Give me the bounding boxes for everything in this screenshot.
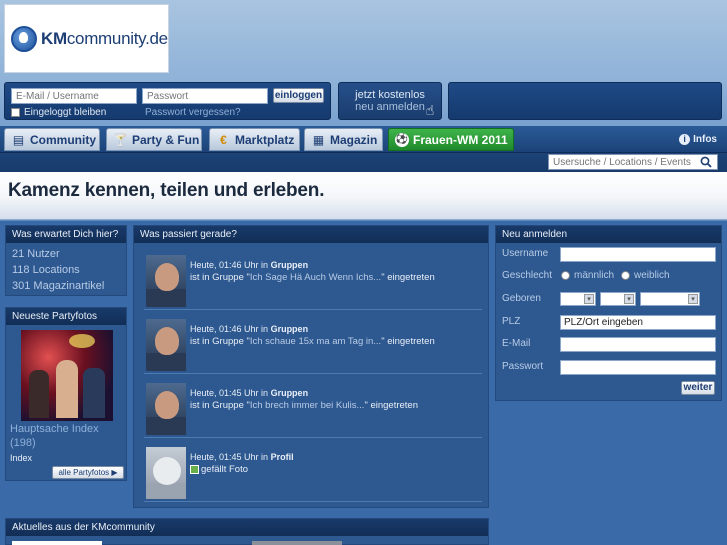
user-avatar[interactable] bbox=[146, 447, 186, 499]
gender-female-label: weiblich bbox=[634, 270, 670, 281]
forgot-password-link[interactable]: Passwort vergessen? bbox=[145, 107, 241, 118]
feed-section-link[interactable]: Gruppen bbox=[271, 324, 309, 334]
tab-frauen-wm[interactable]: ⚽ Frauen-WM 2011 bbox=[388, 128, 514, 151]
feed-item: Heute, 01:45 Uhr in Gruppen ist in Grupp… bbox=[144, 378, 482, 438]
stat-users[interactable]: 21 Nutzer bbox=[6, 246, 126, 262]
password-label: Passwort bbox=[502, 361, 544, 372]
user-avatar[interactable] bbox=[146, 383, 186, 435]
party-photo-count: (198) bbox=[10, 437, 36, 449]
infos-link[interactable]: i Infos bbox=[679, 134, 717, 145]
magazine-icon: ▦ bbox=[312, 132, 325, 147]
gender-male-label: männlich bbox=[574, 270, 615, 281]
user-avatar[interactable] bbox=[146, 319, 186, 371]
party-photo-title[interactable]: Hauptsache Index bbox=[10, 422, 99, 437]
feed-item-meta: Heute, 01:46 Uhr in Gruppen bbox=[190, 260, 309, 270]
register-zip-input[interactable] bbox=[560, 315, 716, 330]
born-label: Geboren bbox=[502, 293, 541, 304]
register-password-input[interactable] bbox=[560, 360, 716, 375]
community-icon: ▤ bbox=[12, 132, 25, 147]
dropdown-arrow-icon: ▾ bbox=[688, 294, 698, 304]
remember-me[interactable]: Eingeloggt bleiben bbox=[11, 107, 106, 118]
current-news-box: Aktuelles aus der KMcommunity bbox=[5, 518, 489, 545]
feed-item-meta: Heute, 01:46 Uhr in Gruppen bbox=[190, 324, 309, 334]
expect-box: Was erwartet Dich hier? 21 Nutzer 118 Lo… bbox=[5, 225, 127, 296]
tab-marktplatz[interactable]: € Marktplatz bbox=[209, 128, 300, 151]
gender-female-radio[interactable] bbox=[621, 271, 630, 280]
group-link[interactable]: Ich brech immer bei Kulis... bbox=[250, 400, 365, 411]
login-password-input[interactable] bbox=[142, 88, 268, 104]
feed-item-text: ist in Gruppe "Ich schaue 15x ma am Tag … bbox=[190, 336, 435, 347]
email-label: E-Mail bbox=[502, 338, 531, 349]
register-cta-line1: jetzt kostenlos bbox=[355, 89, 425, 101]
activity-feed-header: Was passiert gerade? bbox=[134, 226, 488, 243]
euro-icon: € bbox=[220, 132, 227, 147]
feed-section-link[interactable]: Profil bbox=[271, 452, 294, 462]
party-photos-box: Neueste Partyfotos Hauptsache Index (198… bbox=[5, 307, 127, 481]
register-cta-button[interactable]: jetzt kostenlos neu anmelden ☝ bbox=[338, 82, 442, 120]
feed-item-text: ist in Gruppe "Ich Sage Hä Auch Wenn Ich… bbox=[190, 272, 435, 283]
login-email-input[interactable] bbox=[11, 88, 137, 104]
stat-locations[interactable]: 118 Locations bbox=[6, 262, 126, 278]
main-nav: ▤ Community 🍸 Party & Fun € Marktplatz ▦ Mag… bbox=[0, 126, 727, 153]
gender-label: Geschlecht bbox=[502, 270, 553, 281]
news-thumbnail[interactable] bbox=[252, 541, 342, 545]
remember-label: Eingeloggt bleiben bbox=[24, 107, 107, 118]
photo-icon bbox=[190, 464, 199, 474]
stat-articles[interactable]: 301 Magazinartikel bbox=[6, 278, 126, 294]
tab-magazin[interactable]: ▦ Magazin bbox=[304, 128, 383, 151]
tab-party-fun[interactable]: 🍸 Party & Fun bbox=[106, 128, 202, 151]
feed-item: Heute, 01:46 Uhr in Gruppen ist in Grupp… bbox=[144, 314, 482, 374]
dropdown-arrow-icon: ▾ bbox=[584, 294, 594, 304]
feed-item-text: gefällt Foto bbox=[190, 464, 248, 475]
all-party-photos-button[interactable]: alle Partyfotos ▶ bbox=[52, 466, 124, 479]
gender-male-radio[interactable] bbox=[561, 271, 570, 280]
feed-section-link[interactable]: Gruppen bbox=[271, 260, 309, 270]
feed-item: Heute, 01:45 Uhr in Profil gefällt Foto bbox=[144, 442, 482, 502]
km-logo-icon bbox=[11, 25, 37, 52]
feed-section-link[interactable]: Gruppen bbox=[271, 388, 309, 398]
site-search-input[interactable] bbox=[548, 154, 718, 170]
page-title: Kamenz kennen, teilen und erleben. bbox=[8, 180, 325, 201]
activity-feed: Was passiert gerade? Heute, 01:46 Uhr in… bbox=[133, 225, 489, 508]
register-submit-button[interactable]: weiter bbox=[681, 381, 715, 395]
register-header: Neu anmelden bbox=[496, 226, 721, 243]
register-username-input[interactable] bbox=[560, 247, 716, 262]
soccer-ball-icon: ⚽ bbox=[395, 132, 409, 147]
birth-month-select[interactable]: ▾ bbox=[600, 292, 636, 306]
hand-cursor-icon: ☝ bbox=[425, 102, 435, 118]
chevron-right-icon: ▶ bbox=[111, 468, 118, 477]
party-photo-thumbnail[interactable] bbox=[21, 330, 113, 421]
username-label: Username bbox=[502, 248, 549, 259]
current-news-header: Aktuelles aus der KMcommunity bbox=[6, 519, 488, 536]
hero-banner: Kamenz kennen, teilen und erleben. bbox=[0, 172, 727, 220]
party-photos-header: Neueste Partyfotos bbox=[6, 308, 126, 325]
expect-header: Was erwartet Dich hier? bbox=[6, 226, 126, 243]
dropdown-arrow-icon: ▾ bbox=[624, 294, 634, 304]
info-icon: i bbox=[679, 134, 691, 145]
news-thumbnail[interactable] bbox=[12, 541, 102, 545]
search-bar bbox=[0, 153, 727, 172]
feed-item: Heute, 01:46 Uhr in Gruppen ist in Grupp… bbox=[144, 250, 482, 310]
group-link[interactable]: Ich schaue 15x ma am Tag in... bbox=[250, 336, 381, 347]
cocktail-icon: 🍸 bbox=[113, 132, 128, 147]
login-button[interactable]: einloggen bbox=[273, 88, 324, 103]
feed-item-meta: Heute, 01:45 Uhr in Gruppen bbox=[190, 388, 309, 398]
feed-item-meta: Heute, 01:45 Uhr in Profil bbox=[190, 452, 294, 462]
logo-text: KMcommunity.de bbox=[41, 28, 168, 48]
user-avatar[interactable] bbox=[146, 255, 186, 307]
group-link[interactable]: Ich Sage Hä Auch Wenn Ichs... bbox=[250, 272, 381, 283]
birth-year-select[interactable]: ▾ bbox=[640, 292, 700, 306]
zip-label: PLZ bbox=[502, 316, 521, 327]
birth-day-select[interactable]: ▾ bbox=[560, 292, 596, 306]
feed-item-text: ist in Gruppe "Ich brech immer bei Kulis… bbox=[190, 400, 419, 411]
site-logo[interactable]: KMcommunity.de bbox=[4, 4, 169, 73]
remember-checkbox[interactable] bbox=[11, 108, 20, 117]
login-bar: einloggen Eingeloggt bleiben Passwort ve… bbox=[4, 82, 331, 120]
tab-community[interactable]: ▤ Community bbox=[4, 128, 100, 151]
register-box: Neu anmelden Username Geschlecht männlic… bbox=[495, 225, 722, 401]
search-icon[interactable] bbox=[700, 156, 712, 168]
register-email-input[interactable] bbox=[560, 337, 716, 352]
party-photo-subtitle: Index bbox=[10, 453, 33, 463]
header-right-panel bbox=[448, 82, 722, 120]
